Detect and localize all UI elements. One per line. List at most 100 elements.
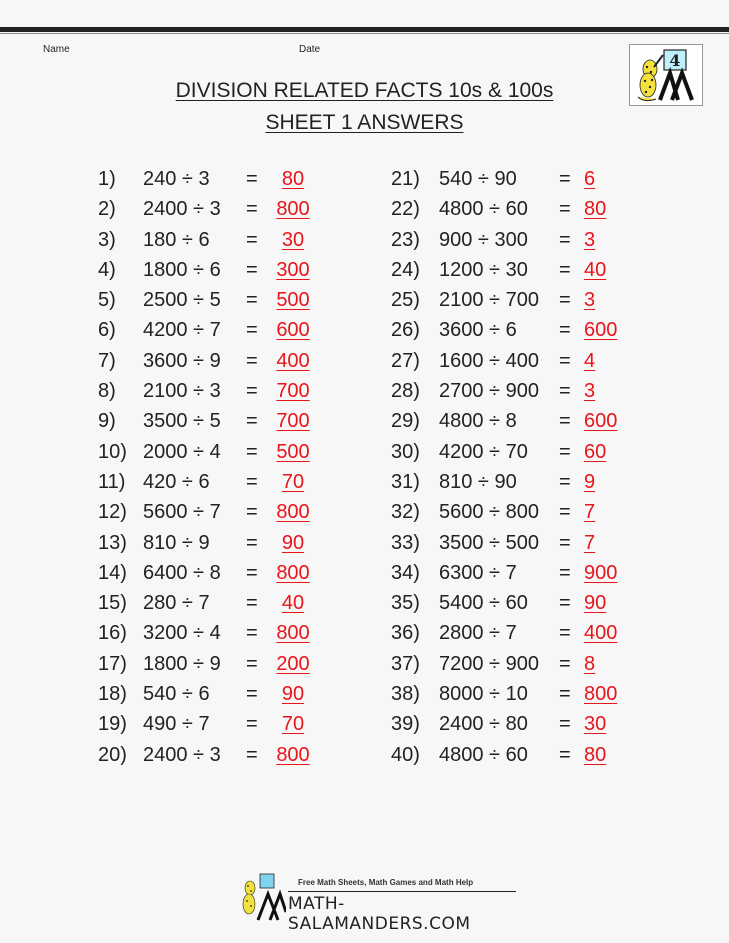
problem-expression: 240 ÷ 3 (143, 168, 210, 190)
equals-sign: = (246, 470, 258, 493)
problem-answer: 800 (276, 501, 310, 524)
problem-answer: 6 (584, 168, 596, 190)
problem-answer: 300 (276, 258, 310, 281)
problem-expression: 180 ÷ 6 (143, 228, 210, 251)
equals-sign: = (559, 228, 571, 251)
problem-answer: 4 (584, 349, 596, 372)
problem-expression: 6300 ÷ 7 (439, 561, 517, 584)
equals-sign: = (246, 168, 258, 190)
equals-sign: = (246, 501, 258, 524)
equals-sign: = (559, 380, 571, 403)
date-label: Date (299, 44, 321, 55)
problem-expression: 280 ÷ 7 (143, 592, 210, 615)
problem-answer: 60 (584, 440, 607, 463)
problem-answer: 3 (584, 289, 596, 312)
problem-answer: 90 (281, 683, 305, 706)
problem-expression: 5600 ÷ 800 (439, 501, 539, 524)
problem-answer: 600 (584, 410, 618, 433)
equals-sign: = (246, 198, 258, 221)
problem-answer: 800 (276, 561, 310, 584)
problem-number: 26) (391, 319, 420, 342)
problem-number: 18) (98, 683, 127, 706)
equals-sign: = (246, 743, 258, 766)
problem-expression: 2700 ÷ 900 (439, 380, 539, 403)
equals-sign: = (246, 289, 258, 312)
footer-divider (288, 891, 516, 892)
page-subtitle: SHEET 1 ANSWERS (265, 111, 464, 134)
problem-answer: 800 (276, 622, 310, 645)
equals-sign: = (246, 683, 258, 706)
equals-sign: = (246, 561, 258, 584)
problem-answer: 40 (584, 258, 607, 281)
problem-answer: 70 (281, 713, 305, 736)
footer-tagline: Free Math Sheets, Math Games and Math He… (298, 878, 474, 887)
problem-expression: 2400 ÷ 80 (439, 713, 528, 736)
equals-sign: = (559, 198, 571, 221)
footer-brand: MATH-SALAMANDERS.COM (288, 894, 471, 934)
problem-expression: 540 ÷ 6 (143, 683, 210, 706)
problem-expression: 490 ÷ 7 (143, 713, 210, 736)
problem-answer: 600 (584, 319, 618, 342)
problem-answer: 800 (584, 683, 618, 706)
problem-answer: 400 (584, 622, 618, 645)
problem-expression: 3600 ÷ 9 (143, 349, 221, 372)
top-rule-thin (0, 33, 729, 34)
problem-answer: 3 (584, 380, 596, 403)
problem-answer: 8 (584, 652, 596, 675)
problem-answer: 800 (276, 743, 310, 766)
equals-sign: = (246, 622, 258, 645)
problem-number: 38) (391, 683, 420, 706)
equals-sign: = (559, 683, 571, 706)
equals-sign: = (246, 410, 258, 433)
problem-number: 33) (391, 531, 420, 554)
problem-number: 24) (391, 258, 420, 281)
problem-expression: 3500 ÷ 5 (143, 410, 221, 433)
problem-number: 31) (391, 470, 420, 493)
equals-sign: = (559, 289, 571, 312)
problem-number: 22) (391, 198, 420, 221)
problem-number: 27) (391, 349, 420, 372)
problem-expression: 6400 ÷ 8 (143, 561, 221, 584)
problem-number: 2) (98, 198, 116, 221)
problem-expression: 1200 ÷ 30 (439, 258, 528, 281)
problem-answer: 3 (584, 228, 596, 251)
problem-answer: 7 (584, 501, 596, 524)
problem-answer: 80 (281, 168, 305, 190)
equals-sign: = (559, 410, 571, 433)
problem-number: 4) (98, 258, 116, 281)
problem-answer: 500 (276, 440, 310, 463)
problem-number: 13) (98, 531, 127, 554)
equals-sign: = (559, 168, 571, 190)
equals-sign: = (246, 258, 258, 281)
problem-expression: 1800 ÷ 9 (143, 652, 221, 675)
equals-sign: = (559, 561, 571, 584)
equals-sign: = (559, 501, 571, 524)
problem-expression: 2400 ÷ 3 (143, 198, 221, 221)
problem-expression: 2400 ÷ 3 (143, 743, 221, 766)
problem-number: 15) (98, 592, 127, 615)
problem-expression: 2500 ÷ 5 (143, 289, 221, 312)
equals-sign: = (559, 592, 571, 615)
equals-sign: = (246, 228, 258, 251)
problem-number: 10) (98, 440, 127, 463)
problem-expression: 5400 ÷ 60 (439, 592, 528, 615)
equals-sign: = (246, 592, 258, 615)
problem-number: 5) (98, 289, 116, 312)
problem-number: 35) (391, 592, 420, 615)
footer-logo: Free Math Sheets, Math Games and Math He… (236, 872, 526, 934)
problem-answer: 9 (584, 470, 596, 493)
problem-answer: 7 (584, 531, 596, 554)
problem-answer: 800 (276, 198, 310, 221)
problem-expression: 5600 ÷ 7 (143, 501, 221, 524)
problem-number: 34) (391, 561, 420, 584)
problem-number: 36) (391, 622, 420, 645)
problem-expression: 3200 ÷ 4 (143, 622, 221, 645)
problem-expression: 3500 ÷ 500 (439, 531, 539, 554)
equals-sign: = (559, 319, 571, 342)
problem-number: 1) (98, 168, 116, 190)
problem-number: 16) (98, 622, 127, 645)
problem-number: 30) (391, 440, 420, 463)
problem-number: 7) (98, 349, 116, 372)
problem-number: 9) (98, 410, 116, 433)
problem-expression: 540 ÷ 90 (439, 168, 517, 190)
